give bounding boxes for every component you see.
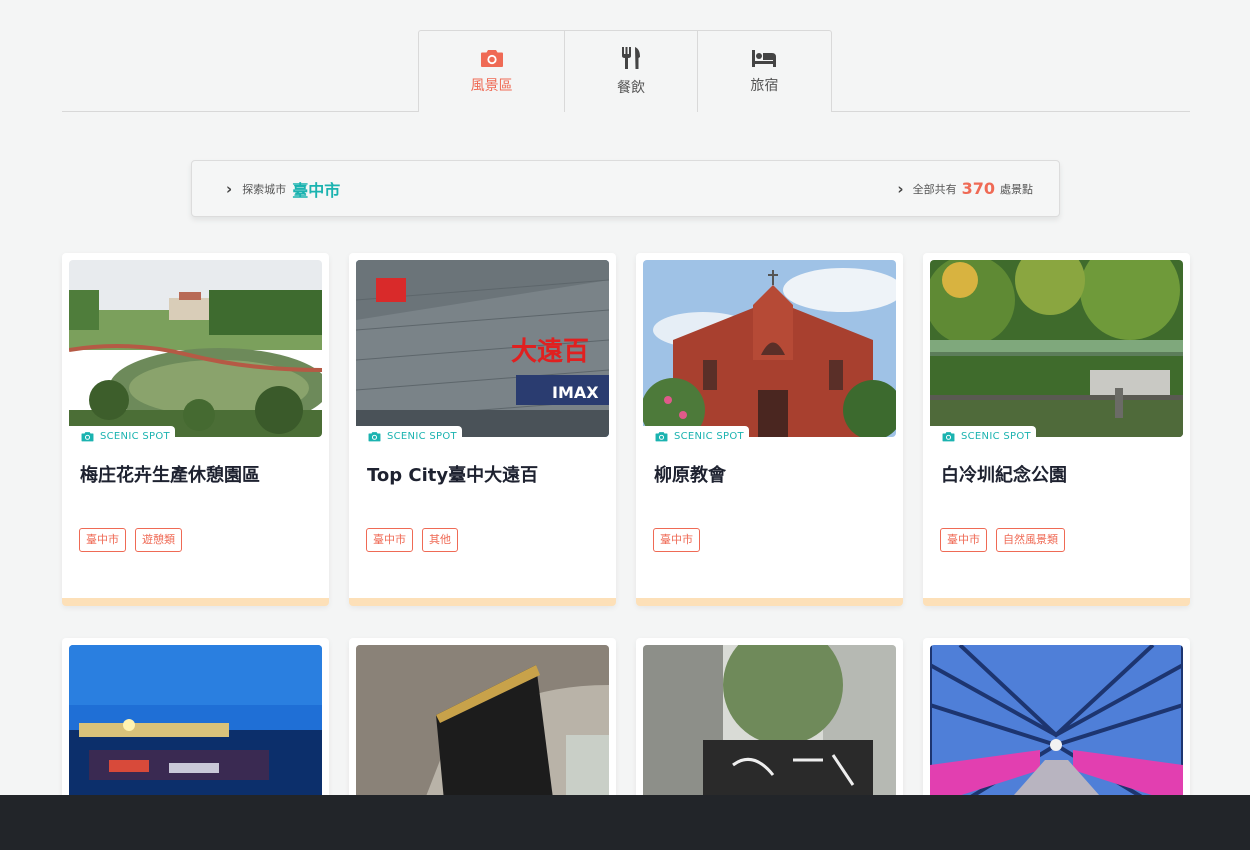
footer [0,795,1250,850]
spot-photo [69,260,322,437]
spot-card[interactable]: 大遠百 IMAX SCENIC SPOT Top City臺中大遠百 臺中市 其… [349,253,616,606]
spot-card[interactable]: SCENIC SPOT 柳原教會 臺中市 [636,253,903,606]
badge-label: SCENIC SPOT [100,430,170,442]
utensils-icon [621,47,640,69]
spot-title[interactable]: 白冷圳紀念公園 [941,461,1067,487]
total-count-value: 370 [961,179,995,198]
spot-title[interactable]: 梅庄花卉生產休憩園區 [80,461,260,487]
spot-title[interactable]: Top City臺中大遠百 [367,461,538,487]
photo-imax-text: IMAX [552,383,599,402]
tag-city[interactable]: 臺中市 [79,528,126,552]
explore-city: › 探索城市 臺中市 [226,161,340,216]
total-suffix: 處景點 [1000,182,1033,196]
total-prefix: 全部共有 [912,182,957,196]
explore-city-label: 探索城市 [242,182,287,196]
category-tabs-bar: 風景區 餐飲 旅宿 [62,30,1190,112]
category-badge: SCENIC SPOT [930,426,1036,446]
tag-category[interactable]: 自然風景類 [996,528,1065,552]
tag-city[interactable]: 臺中市 [940,528,987,552]
badge-label: SCENIC SPOT [961,430,1031,442]
chevron-right-icon: › [897,179,904,198]
category-tabs: 風景區 餐飲 旅宿 [418,30,832,112]
category-badge: SCENIC SPOT [643,426,749,446]
tag-list: 臺中市 自然風景類 [940,528,1065,552]
tag-city[interactable]: 臺中市 [653,528,700,552]
tag-list: 臺中市 遊憩類 [79,528,182,552]
spot-photo [930,260,1183,437]
camera-icon [81,431,94,441]
tab-dining-label: 餐飲 [616,80,645,96]
camera-icon [368,431,381,441]
tab-dining[interactable]: 餐飲 [565,31,698,112]
chevron-right-icon: › [226,179,233,198]
spot-card[interactable]: SCENIC SPOT 白冷圳紀念公園 臺中市 自然風景類 [923,253,1190,606]
spot-photo: 大遠百 IMAX [356,260,609,437]
camera-icon [942,431,955,441]
camera-icon [480,50,503,67]
camera-icon [655,431,668,441]
search-summary-bar: › 探索城市 臺中市 › 全部共有 370 處景點 [191,160,1060,217]
spot-photo [643,260,896,437]
total-count: › 全部共有 370 處景點 [897,161,1033,216]
badge-label: SCENIC SPOT [674,430,744,442]
tab-scenic-label: 風景區 [470,78,513,94]
bed-icon [752,50,777,67]
tab-lodging-label: 旅宿 [750,78,779,94]
category-badge: SCENIC SPOT [356,426,462,446]
city-name[interactable]: 臺中市 [292,177,340,201]
photo-sign-text: 大遠百 [511,337,589,367]
tab-lodging[interactable]: 旅宿 [698,31,831,112]
tag-category[interactable]: 其他 [422,528,458,552]
category-badge: SCENIC SPOT [69,426,175,446]
tab-scenic[interactable]: 風景區 [419,31,566,112]
badge-label: SCENIC SPOT [387,430,457,442]
tag-list: 臺中市 [653,528,700,552]
spot-title[interactable]: 柳原教會 [654,461,726,487]
tag-category[interactable]: 遊憩類 [135,528,182,552]
tag-city[interactable]: 臺中市 [366,528,413,552]
spot-card[interactable]: SCENIC SPOT 梅庄花卉生產休憩園區 臺中市 遊憩類 [62,253,329,606]
tag-list: 臺中市 其他 [366,528,458,552]
